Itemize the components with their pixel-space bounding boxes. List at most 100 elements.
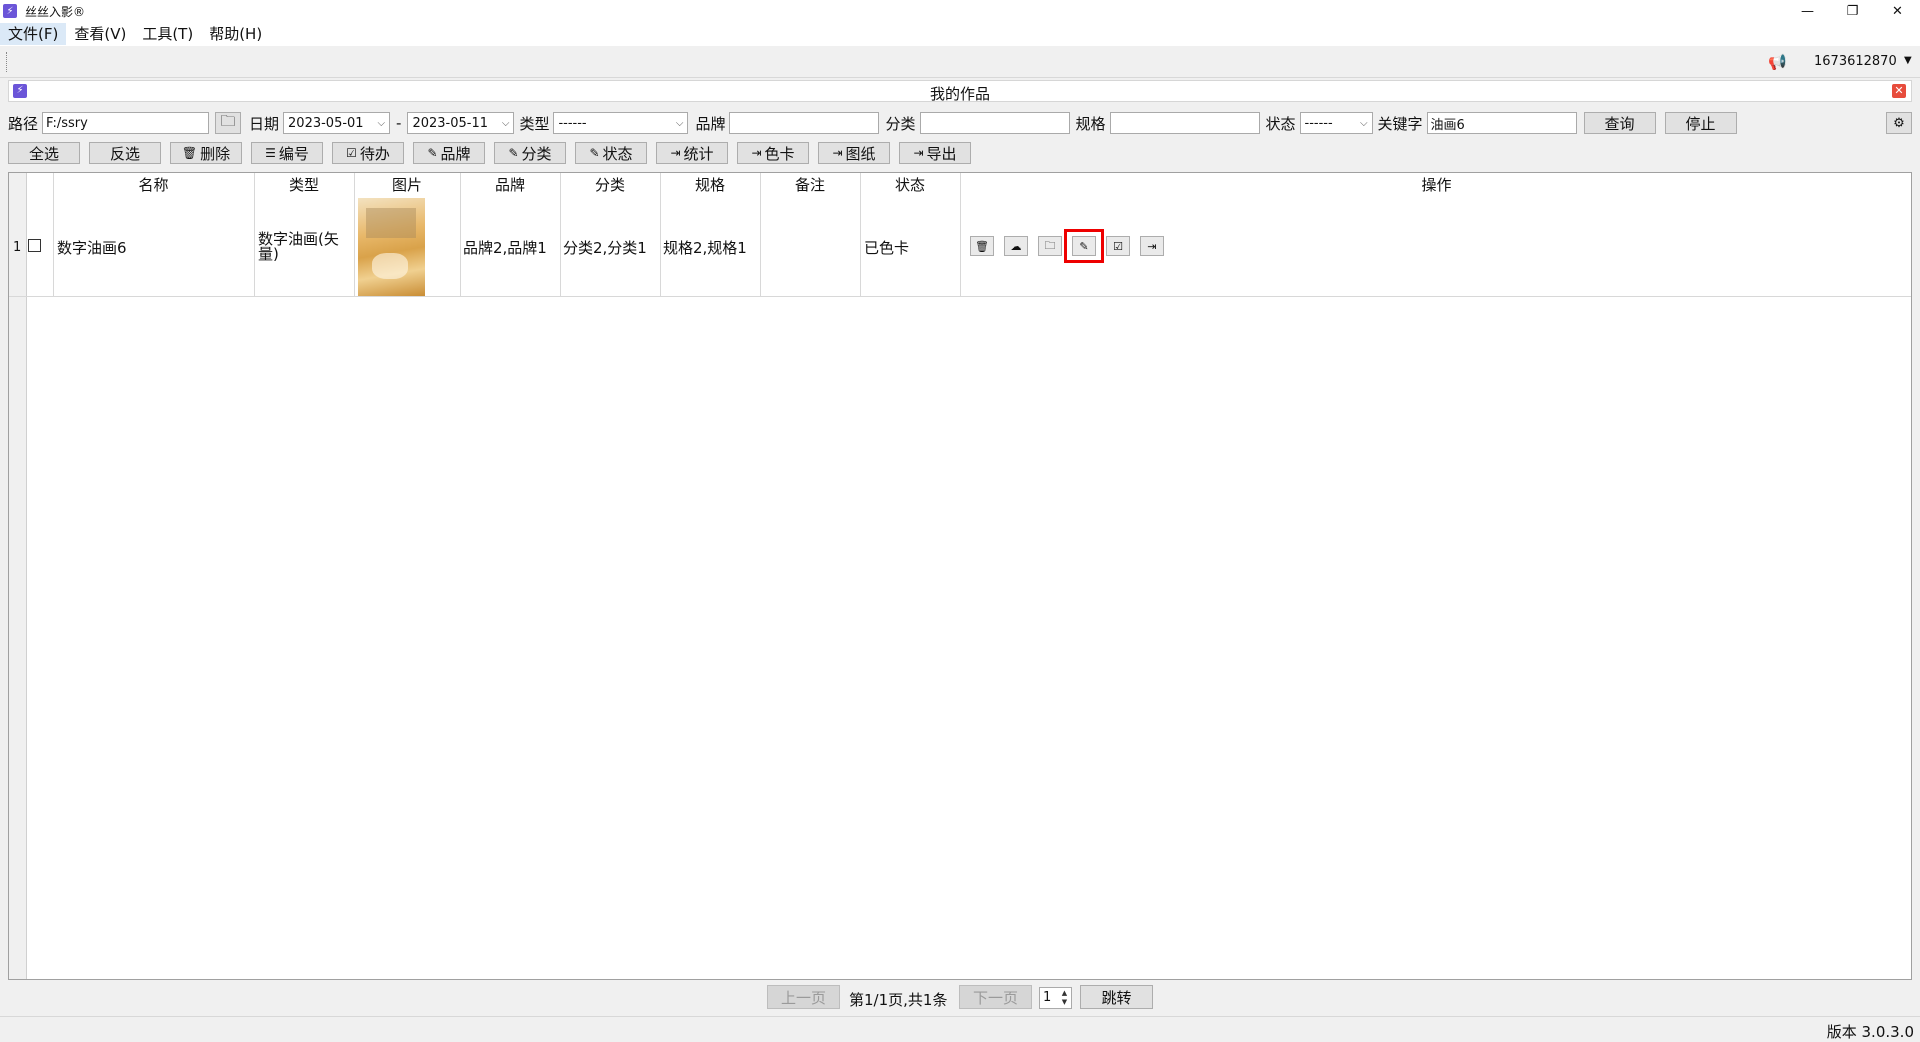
drawing-button[interactable]: ⇥ 图纸 xyxy=(818,142,890,164)
title-bar: ⚡ 丝丝入影® — ❐ ✕ xyxy=(0,0,1920,22)
chevron-down-icon: ⌵ xyxy=(1359,117,1368,129)
row-folder-button[interactable]: 🗀 xyxy=(1038,236,1062,256)
category-input[interactable] xyxy=(919,112,1070,134)
header-type[interactable]: 类型 xyxy=(254,173,354,197)
close-icon[interactable]: ✕ xyxy=(1875,0,1920,22)
export-icon: ⇥ xyxy=(1147,239,1157,253)
header-note[interactable]: 备注 xyxy=(760,173,860,197)
invert-selection-button[interactable]: 反选 xyxy=(89,142,161,164)
menu-view[interactable]: 查看(V) xyxy=(66,23,134,45)
chevron-down-icon: ⌵ xyxy=(501,117,510,129)
spec-input[interactable] xyxy=(1109,112,1260,134)
export-icon: ⇥ xyxy=(913,146,924,160)
stats-button[interactable]: ⇥ 统计 xyxy=(656,142,728,164)
date-from-value: 2023-05-01 xyxy=(288,115,364,131)
cell-brand: 品牌2,品牌1 xyxy=(463,238,547,257)
category-label-btn: 分类 xyxy=(521,144,552,163)
pencil-icon: ✎ xyxy=(427,146,438,160)
header-status[interactable]: 状态 xyxy=(860,173,960,197)
row-export-button[interactable]: ⇥ xyxy=(1140,236,1164,256)
path-input[interactable] xyxy=(42,112,210,134)
header-actions[interactable]: 操作 xyxy=(960,173,1913,197)
stats-label: 统计 xyxy=(683,144,714,163)
trash-icon: 🗑 xyxy=(181,146,198,160)
page-number-value: 1 xyxy=(1043,990,1052,1005)
row-clipboard-button[interactable]: ☑ xyxy=(1106,236,1130,256)
list-icon: ☰ xyxy=(265,146,276,160)
jump-button[interactable]: 跳转 xyxy=(1080,985,1153,1009)
panel-close-icon[interactable]: ✕ xyxy=(1892,84,1906,98)
pagination: 上一页 第1/1页,共1条 下一页 1 ▲ ▼ 跳转 xyxy=(0,982,1920,1012)
gear-icon: ⚙ xyxy=(1893,115,1905,131)
date-separator: - xyxy=(396,114,402,132)
select-all-button[interactable]: 全选 xyxy=(8,142,80,164)
user-dropdown-icon[interactable]: ▼ xyxy=(1904,55,1912,66)
prev-page-button[interactable]: 上一页 xyxy=(767,985,840,1009)
panel-title: 我的作品 xyxy=(929,85,990,103)
date-from-picker[interactable]: 2023-05-01 ⌵ xyxy=(283,112,391,134)
version-label: 版本 3.0.3.0 xyxy=(1826,1023,1914,1041)
next-page-button[interactable]: 下一页 xyxy=(959,985,1032,1009)
row-delete-button[interactable]: 🗑 xyxy=(970,236,994,256)
header-image[interactable]: 图片 xyxy=(354,173,460,197)
keyword-input[interactable] xyxy=(1426,112,1577,134)
number-label: 编号 xyxy=(278,144,309,163)
row-index: 1 xyxy=(13,239,22,255)
header-category[interactable]: 分类 xyxy=(560,173,660,197)
brand-button[interactable]: ✎ 品牌 xyxy=(413,142,485,164)
megaphone-icon[interactable]: 📢 xyxy=(1768,53,1787,71)
number-button[interactable]: ☰ 编号 xyxy=(251,142,323,164)
trash-icon: 🗑 xyxy=(975,239,989,253)
window-title: 丝丝入影® xyxy=(25,4,86,19)
window-controls: — ❐ ✕ xyxy=(1785,0,1920,22)
browse-folder-button[interactable]: 🗀 xyxy=(215,111,242,134)
todo-button[interactable]: ☑ 待办 xyxy=(332,142,404,164)
settings-gear-button[interactable]: ⚙ xyxy=(1886,112,1912,134)
menu-file[interactable]: 文件(F) xyxy=(0,23,67,45)
todo-label: 待办 xyxy=(359,144,390,163)
works-table: 名称 类型 图片 品牌 分类 规格 备注 状态 操作 1 数字油画6 数字油画(… xyxy=(8,172,1912,980)
cloud-icon: ☁ xyxy=(1010,239,1022,253)
category-button[interactable]: ✎ 分类 xyxy=(494,142,566,164)
export-icon: ⇥ xyxy=(832,146,843,160)
query-button[interactable]: 查询 xyxy=(1583,112,1656,134)
drawing-label: 图纸 xyxy=(845,144,876,163)
menu-tools[interactable]: 工具(T) xyxy=(134,23,201,45)
restore-icon[interactable]: ❐ xyxy=(1830,0,1875,22)
stop-button[interactable]: 停止 xyxy=(1664,112,1737,134)
header-brand[interactable]: 品牌 xyxy=(460,173,560,197)
status-button[interactable]: ✎ 状态 xyxy=(575,142,647,164)
minimize-icon[interactable]: — xyxy=(1785,0,1830,22)
brand-input[interactable] xyxy=(729,112,880,134)
stepper-arrows-icon[interactable]: ▲ ▼ xyxy=(1059,989,1070,1007)
export-button[interactable]: ⇥ 导出 xyxy=(899,142,971,164)
header-name[interactable]: 名称 xyxy=(53,173,254,197)
cell-name: 数字油画6 xyxy=(57,238,127,257)
row-checkbox[interactable] xyxy=(28,239,41,252)
brand-label-btn: 品牌 xyxy=(440,144,471,163)
header-spec[interactable]: 规格 xyxy=(660,173,760,197)
user-toolbar: 📢 1673612870 ▼ xyxy=(0,46,1920,78)
status-select[interactable]: ------ ⌵ xyxy=(1299,112,1373,134)
chevron-down-icon: ⌵ xyxy=(377,117,386,129)
status-bar: 版本 3.0.3.0 xyxy=(0,1016,1920,1041)
page-number-stepper[interactable]: 1 ▲ ▼ xyxy=(1039,987,1072,1009)
date-to-picker[interactable]: 2023-05-11 ⌵ xyxy=(407,112,515,134)
delete-button[interactable]: 🗑 删除 xyxy=(170,142,242,164)
artwork-thumbnail[interactable] xyxy=(358,198,425,296)
app-logo-icon: ⚡ xyxy=(3,4,17,18)
chevron-down-icon: ⌵ xyxy=(675,117,684,129)
menu-help[interactable]: 帮助(H) xyxy=(201,23,270,45)
type-select[interactable]: ------ ⌵ xyxy=(553,112,689,134)
clipboard-icon: ☑ xyxy=(346,146,357,160)
user-id[interactable]: 1673612870 xyxy=(1814,54,1897,69)
cell-category: 分类2,分类1 xyxy=(563,238,647,257)
folder-icon: 🗀 xyxy=(220,111,236,130)
keyword-label: 关键字 xyxy=(1377,114,1423,133)
status-value: ------ xyxy=(1304,115,1333,131)
menu-bar: 文件(F) 查看(V) 工具(T) 帮助(H) xyxy=(0,22,1920,46)
color-card-button[interactable]: ⇥ 色卡 xyxy=(737,142,809,164)
row-cloud-button[interactable]: ☁ xyxy=(1004,236,1028,256)
type-label: 类型 xyxy=(519,114,550,133)
brand-label: 品牌 xyxy=(695,114,726,133)
